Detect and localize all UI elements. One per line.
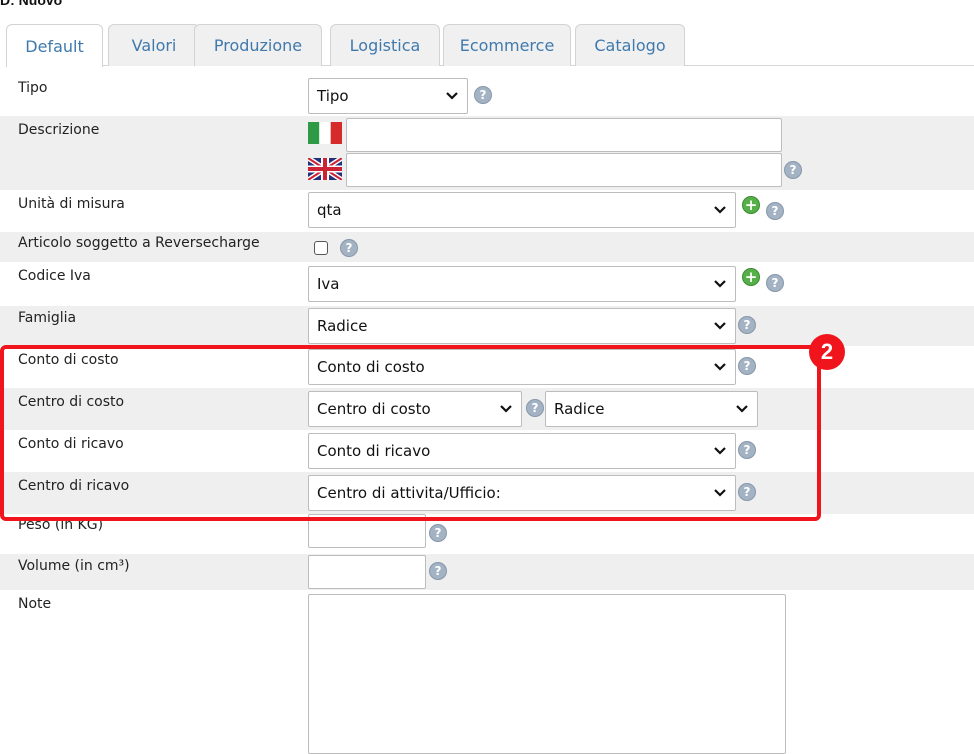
help-icon[interactable]: ? xyxy=(738,316,756,334)
tipo-select[interactable]: Tipo xyxy=(308,78,468,114)
iva-select-value: Iva xyxy=(317,275,340,293)
help-icon[interactable]: ? xyxy=(766,202,784,220)
label-conto-ricavo: Conto di ricavo xyxy=(18,436,124,452)
italian-flag-icon xyxy=(308,122,342,144)
chevron-down-icon xyxy=(714,322,726,330)
row-conto-ricavo: Conto di ricavo Conto di ricavo ? xyxy=(0,430,974,472)
row-centro-ricavo: Centro di ricavo Centro di attivita/Uffi… xyxy=(0,472,974,514)
chevron-down-icon xyxy=(714,447,726,455)
centro-ricavo-select-value: Centro di attivita/Ufficio: xyxy=(317,484,501,502)
conto-ricavo-select[interactable]: Conto di ricavo xyxy=(308,433,736,469)
chevron-down-icon xyxy=(500,405,512,413)
label-famiglia: Famiglia xyxy=(18,310,77,326)
uk-flag-icon xyxy=(308,158,342,180)
label-centro-ricavo: Centro di ricavo xyxy=(18,478,130,494)
conto-ricavo-select-value: Conto di ricavo xyxy=(317,442,431,460)
tab-catalogo[interactable]: Catalogo xyxy=(575,24,685,66)
centro-costo-radice-select[interactable]: Radice xyxy=(545,391,758,427)
help-icon[interactable]: ? xyxy=(429,562,447,580)
volume-input[interactable] xyxy=(308,555,426,589)
descrizione-en-input[interactable] xyxy=(346,153,782,187)
tab-produzione[interactable]: Produzione xyxy=(194,24,322,66)
label-centro-costo: Centro di costo xyxy=(18,394,125,410)
help-icon[interactable]: ? xyxy=(738,441,756,459)
row-reverse: Articolo soggetto a Reversecharge ? xyxy=(0,232,974,262)
label-volume: Volume (in cm³) xyxy=(18,558,130,574)
help-icon[interactable]: ? xyxy=(474,86,492,104)
tab-default[interactable]: Default xyxy=(6,24,103,67)
famiglia-select-value: Radice xyxy=(317,317,368,335)
descrizione-it-input[interactable] xyxy=(346,118,782,152)
unita-select[interactable]: qta xyxy=(308,192,736,228)
page-title: D: Nuovo xyxy=(0,0,63,8)
row-tipo: Tipo Tipo ? xyxy=(0,74,974,116)
peso-input[interactable] xyxy=(308,514,426,548)
tab-ecommerce[interactable]: Ecommerce xyxy=(443,24,571,66)
label-note: Note xyxy=(18,596,52,612)
label-unita: Unità di misura xyxy=(18,196,125,212)
row-peso: Peso (in KG) ? xyxy=(0,514,974,554)
centro-costo-radice-value: Radice xyxy=(554,400,605,418)
conto-costo-select[interactable]: Conto di costo xyxy=(308,349,736,385)
label-peso: Peso (in KG) xyxy=(18,517,104,533)
help-icon[interactable]: ? xyxy=(429,524,447,542)
add-icon[interactable]: + xyxy=(742,196,760,214)
unita-select-value: qta xyxy=(317,201,342,219)
famiglia-select[interactable]: Radice xyxy=(308,308,736,344)
centro-costo-select-value: Centro di costo xyxy=(317,400,431,418)
help-icon[interactable]: ? xyxy=(738,357,756,375)
centro-costo-select[interactable]: Centro di costo xyxy=(308,391,522,427)
iva-select[interactable]: Iva xyxy=(308,266,736,302)
row-descrizione: Descrizione ? xyxy=(0,116,974,190)
note-textarea[interactable] xyxy=(308,594,786,754)
chevron-down-icon xyxy=(714,280,726,288)
conto-costo-select-value: Conto di costo xyxy=(317,358,425,376)
chevron-down-icon xyxy=(714,206,726,214)
row-iva: Codice Iva Iva + ? xyxy=(0,262,974,306)
help-icon[interactable]: ? xyxy=(766,274,784,292)
label-descrizione: Descrizione xyxy=(18,122,100,138)
chevron-down-icon xyxy=(714,489,726,497)
annotation-badge: 2 xyxy=(809,334,845,370)
row-centro-costo: Centro di costo Centro di costo ? Radice xyxy=(0,388,974,430)
add-icon[interactable]: + xyxy=(742,268,760,286)
help-icon[interactable]: ? xyxy=(784,161,802,179)
centro-ricavo-select[interactable]: Centro di attivita/Ufficio: xyxy=(308,475,736,511)
row-unita: Unità di misura qta + ? xyxy=(0,190,974,232)
chevron-down-icon xyxy=(714,363,726,371)
help-icon[interactable]: ? xyxy=(526,399,544,417)
label-conto-costo: Conto di costo xyxy=(18,352,119,368)
tab-bar: Default Valori Produzione Logistica Ecom… xyxy=(6,24,974,67)
tipo-select-value: Tipo xyxy=(317,87,349,105)
chevron-down-icon xyxy=(446,92,458,100)
chevron-down-icon xyxy=(736,405,748,413)
label-tipo: Tipo xyxy=(18,80,48,96)
label-reverse: Articolo soggetto a Reversecharge xyxy=(18,235,260,251)
help-icon[interactable]: ? xyxy=(340,239,358,257)
row-volume: Volume (in cm³) ? xyxy=(0,554,974,590)
reverse-checkbox[interactable] xyxy=(314,241,328,255)
label-iva: Codice Iva xyxy=(18,268,91,284)
tab-logistica[interactable]: Logistica xyxy=(330,24,440,66)
help-icon[interactable]: ? xyxy=(738,483,756,501)
row-note: Note xyxy=(0,590,974,754)
tab-valori[interactable]: Valori xyxy=(108,24,200,66)
